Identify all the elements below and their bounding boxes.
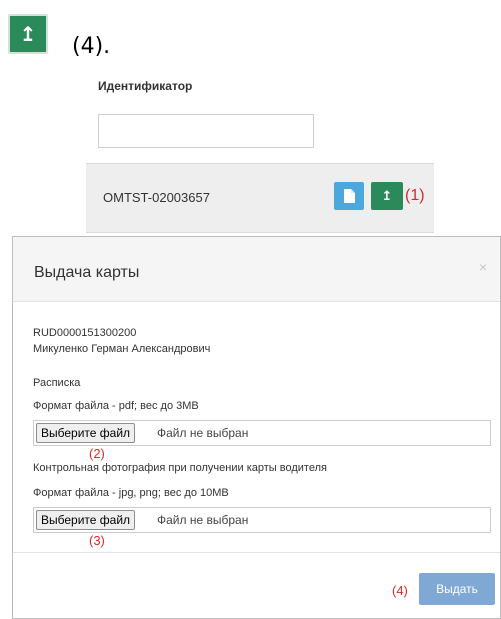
receipt-choose-file-button[interactable]: Выберите файл xyxy=(36,423,136,443)
callout-2: (2) xyxy=(89,446,105,461)
upload-button[interactable]: ↥ xyxy=(371,182,403,210)
issue-card-modal: Выдача карты × RUD0000151300200 Микуленк… xyxy=(12,236,501,619)
issue-button[interactable]: Выдать xyxy=(419,573,495,605)
callout-3: (3) xyxy=(89,533,105,548)
modal-footer-divider xyxy=(13,552,500,553)
document-icon xyxy=(343,189,355,203)
callout-4: (4) xyxy=(392,583,408,598)
modal-title: Выдача карты xyxy=(34,264,140,281)
row-identifier: OMTST-02003657 xyxy=(103,190,210,205)
upload-icon: ↥ xyxy=(19,22,37,46)
document-button[interactable] xyxy=(334,182,364,210)
identifier-filter-input[interactable] xyxy=(98,114,314,148)
photo-file-status: Файл не выбран xyxy=(157,513,249,527)
upload-button-large[interactable]: ↥ xyxy=(8,14,48,54)
identifier-column-label: Идентификатор xyxy=(98,79,193,93)
photo-label: Контрольная фотография при получении кар… xyxy=(33,462,327,474)
record-code: RUD0000151300200 xyxy=(33,327,137,339)
callout-1: (1) xyxy=(405,187,425,204)
receipt-label: Расписка xyxy=(33,377,81,389)
step-caption: (4). xyxy=(72,34,111,59)
receipt-format-hint: Формат файла - pdf; вес до 3MB xyxy=(33,400,199,412)
photo-choose-file-button[interactable]: Выберите файл xyxy=(36,510,136,530)
photo-format-hint: Формат файла - jpg, png; вес до 10MB xyxy=(33,487,229,499)
upload-icon: ↥ xyxy=(381,188,393,204)
receipt-file-status: Файл не выбран xyxy=(157,426,249,440)
close-icon[interactable]: × xyxy=(479,259,487,275)
person-name: Микуленко Герман Александрович xyxy=(33,343,211,355)
